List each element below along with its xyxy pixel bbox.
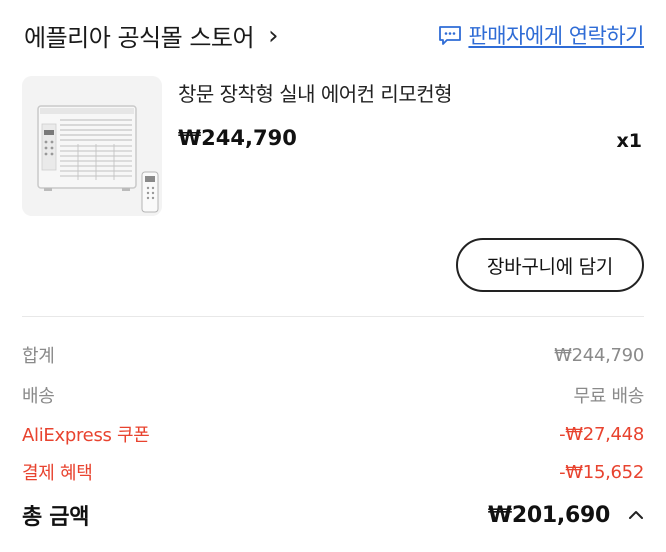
coupon-label: AliExpress 쿠폰: [22, 425, 150, 446]
product-quantity: x1: [616, 130, 642, 152]
product-image[interactable]: [22, 76, 162, 216]
chevron-up-icon[interactable]: [628, 507, 644, 523]
chevron-right-icon[interactable]: ›: [268, 23, 278, 49]
subtotal-row: 합계 ₩244,790: [22, 342, 644, 368]
product-name[interactable]: 창문 장착형 실내 에어컨 리모컨형: [178, 78, 453, 107]
payment-benefit-value: -₩15,652: [559, 461, 644, 483]
total-label: 총 금액: [22, 505, 90, 530]
total-row[interactable]: 총 금액 ₩201,690: [22, 499, 644, 531]
coupon-row: AliExpress 쿠폰 -₩27,448: [22, 421, 644, 447]
subtotal-value: ₩244,790: [554, 344, 644, 366]
divider: [22, 316, 644, 317]
shipping-row: 배송 무료 배송: [22, 382, 644, 408]
store-name[interactable]: 에플리아 공식몰 스토어: [24, 18, 255, 53]
chat-bubble-icon: [439, 26, 462, 45]
total-value: ₩201,690: [487, 502, 610, 528]
add-to-cart-button[interactable]: 장바구니에 담기: [456, 238, 644, 292]
contact-seller-label[interactable]: 판매자에게 연락하기: [468, 20, 644, 50]
subtotal-label: 합계: [22, 346, 55, 367]
shipping-label: 배송: [22, 386, 55, 407]
payment-benefit-label: 결제 혜택: [22, 463, 93, 484]
coupon-value: -₩27,448: [559, 423, 644, 445]
product-price: ₩244,790: [178, 126, 297, 150]
payment-benefit-row: 결제 혜택 -₩15,652: [22, 459, 644, 485]
store-header[interactable]: 에플리아 공식몰 스토어 ›: [24, 18, 278, 53]
air-conditioner-image: [22, 76, 162, 216]
shipping-value: 무료 배송: [573, 386, 645, 407]
contact-seller-link[interactable]: 판매자에게 연락하기: [438, 20, 644, 50]
